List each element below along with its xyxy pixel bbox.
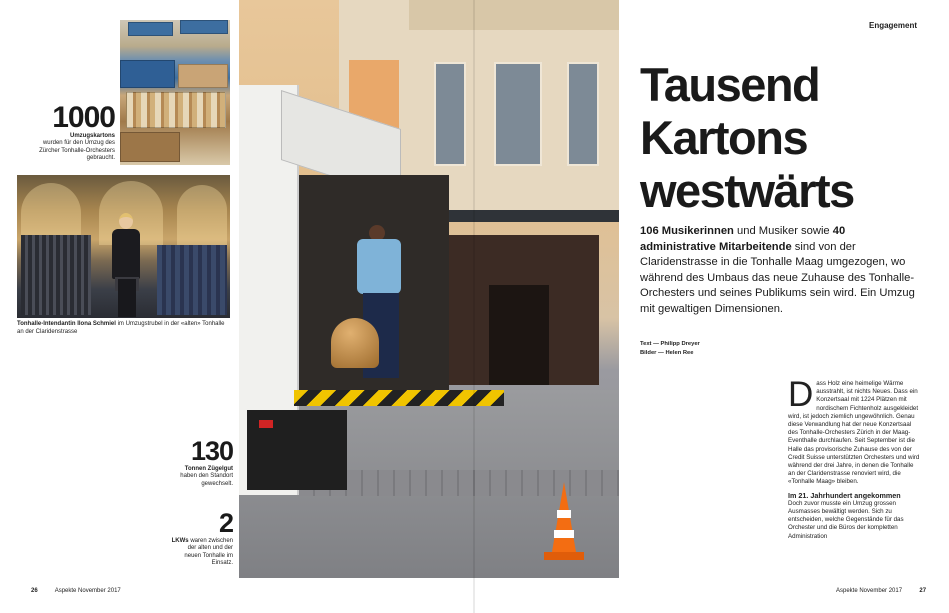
article-body: D ass Holz eine heimelige Wärme ausstrah… — [788, 375, 920, 541]
photo-caption-bold: Tonhalle-Intendantin Ilona Schmiel — [17, 321, 116, 327]
lead-text-1: und Musiker sowie — [733, 225, 833, 237]
body-subhead: Im 21. Jahrhundert angekommen — [788, 490, 901, 500]
stat-number-trucks: 2 — [218, 508, 234, 538]
folio-right-number: 27 — [919, 588, 927, 594]
photo-moving-boxes — [120, 20, 230, 165]
folio-left: 26 Aspekte November 2017 — [31, 588, 121, 594]
stat-number-boxes: 1000 — [52, 101, 116, 134]
credit-images: Bilder — Helen Ree — [640, 350, 694, 356]
body-paragraph-2: Doch zuvor musste ein Umzug grossen Ausm… — [788, 499, 904, 540]
headline-line-3: westwärts — [640, 164, 855, 217]
bell — [331, 318, 379, 368]
page-gutter — [473, 0, 475, 613]
folio-right-title: Aspekte November 2017 — [836, 588, 903, 594]
stat-label-boxes-text: wurden für den Umzug des Zürcher Tonhall… — [39, 140, 115, 162]
headline-line-1: Tausend — [640, 58, 821, 111]
folio-right: Aspekte November 2017 27 — [836, 588, 926, 594]
photo-intendant-ilona-schmiel — [17, 175, 230, 318]
article-headline: Tausend Kartons westwärts — [640, 58, 930, 217]
stat-label-tonnes: Tonnen Zügelgut haben den Standort gewec… — [171, 466, 233, 488]
body-dropcap: D — [788, 375, 814, 414]
photo-moving-truck — [239, 0, 619, 578]
photo-caption: Tonhalle-Intendantin Ilona Schmiel im Um… — [17, 321, 232, 336]
intendant-figure — [110, 213, 142, 318]
stat-label-tonnes-bold: Tonnen Zügelgut — [184, 466, 233, 472]
headline-line-2: Kartons — [640, 111, 809, 164]
lead-bold-musicians: 106 Musikerinnen — [640, 225, 734, 237]
credit-text: Text — Philipp Dreyer — [640, 341, 700, 347]
article-credits: Text — Philipp Dreyer Bilder — Helen Ree — [640, 340, 700, 358]
section-label: Engagement — [868, 21, 917, 30]
folio-left-title: Aspekte November 2017 — [54, 588, 121, 594]
stat-label-tonnes-text: haben den Standort gewechselt. — [180, 473, 233, 487]
article-lead: 106 Musikerinnen und Musiker sowie 40 ad… — [640, 224, 915, 318]
folio-left-number: 26 — [31, 588, 38, 594]
stat-label-trucks-bold: LKWs — [171, 538, 189, 544]
stat-label-trucks: LKWs waren zwischen der alten und der ne… — [171, 538, 233, 568]
stat-label-boxes: Umzugskartons wurden für den Umzug des Z… — [35, 133, 115, 163]
stat-number-tonnes: 130 — [190, 436, 234, 466]
stat-label-boxes-bold: Umzugskartons — [69, 133, 115, 139]
magazine-spread: 1000 Umzugskartons wurden für den Umzug … — [0, 0, 949, 613]
stat-label-trucks-text: waren zwischen der alten und der neuen T… — [184, 538, 233, 567]
